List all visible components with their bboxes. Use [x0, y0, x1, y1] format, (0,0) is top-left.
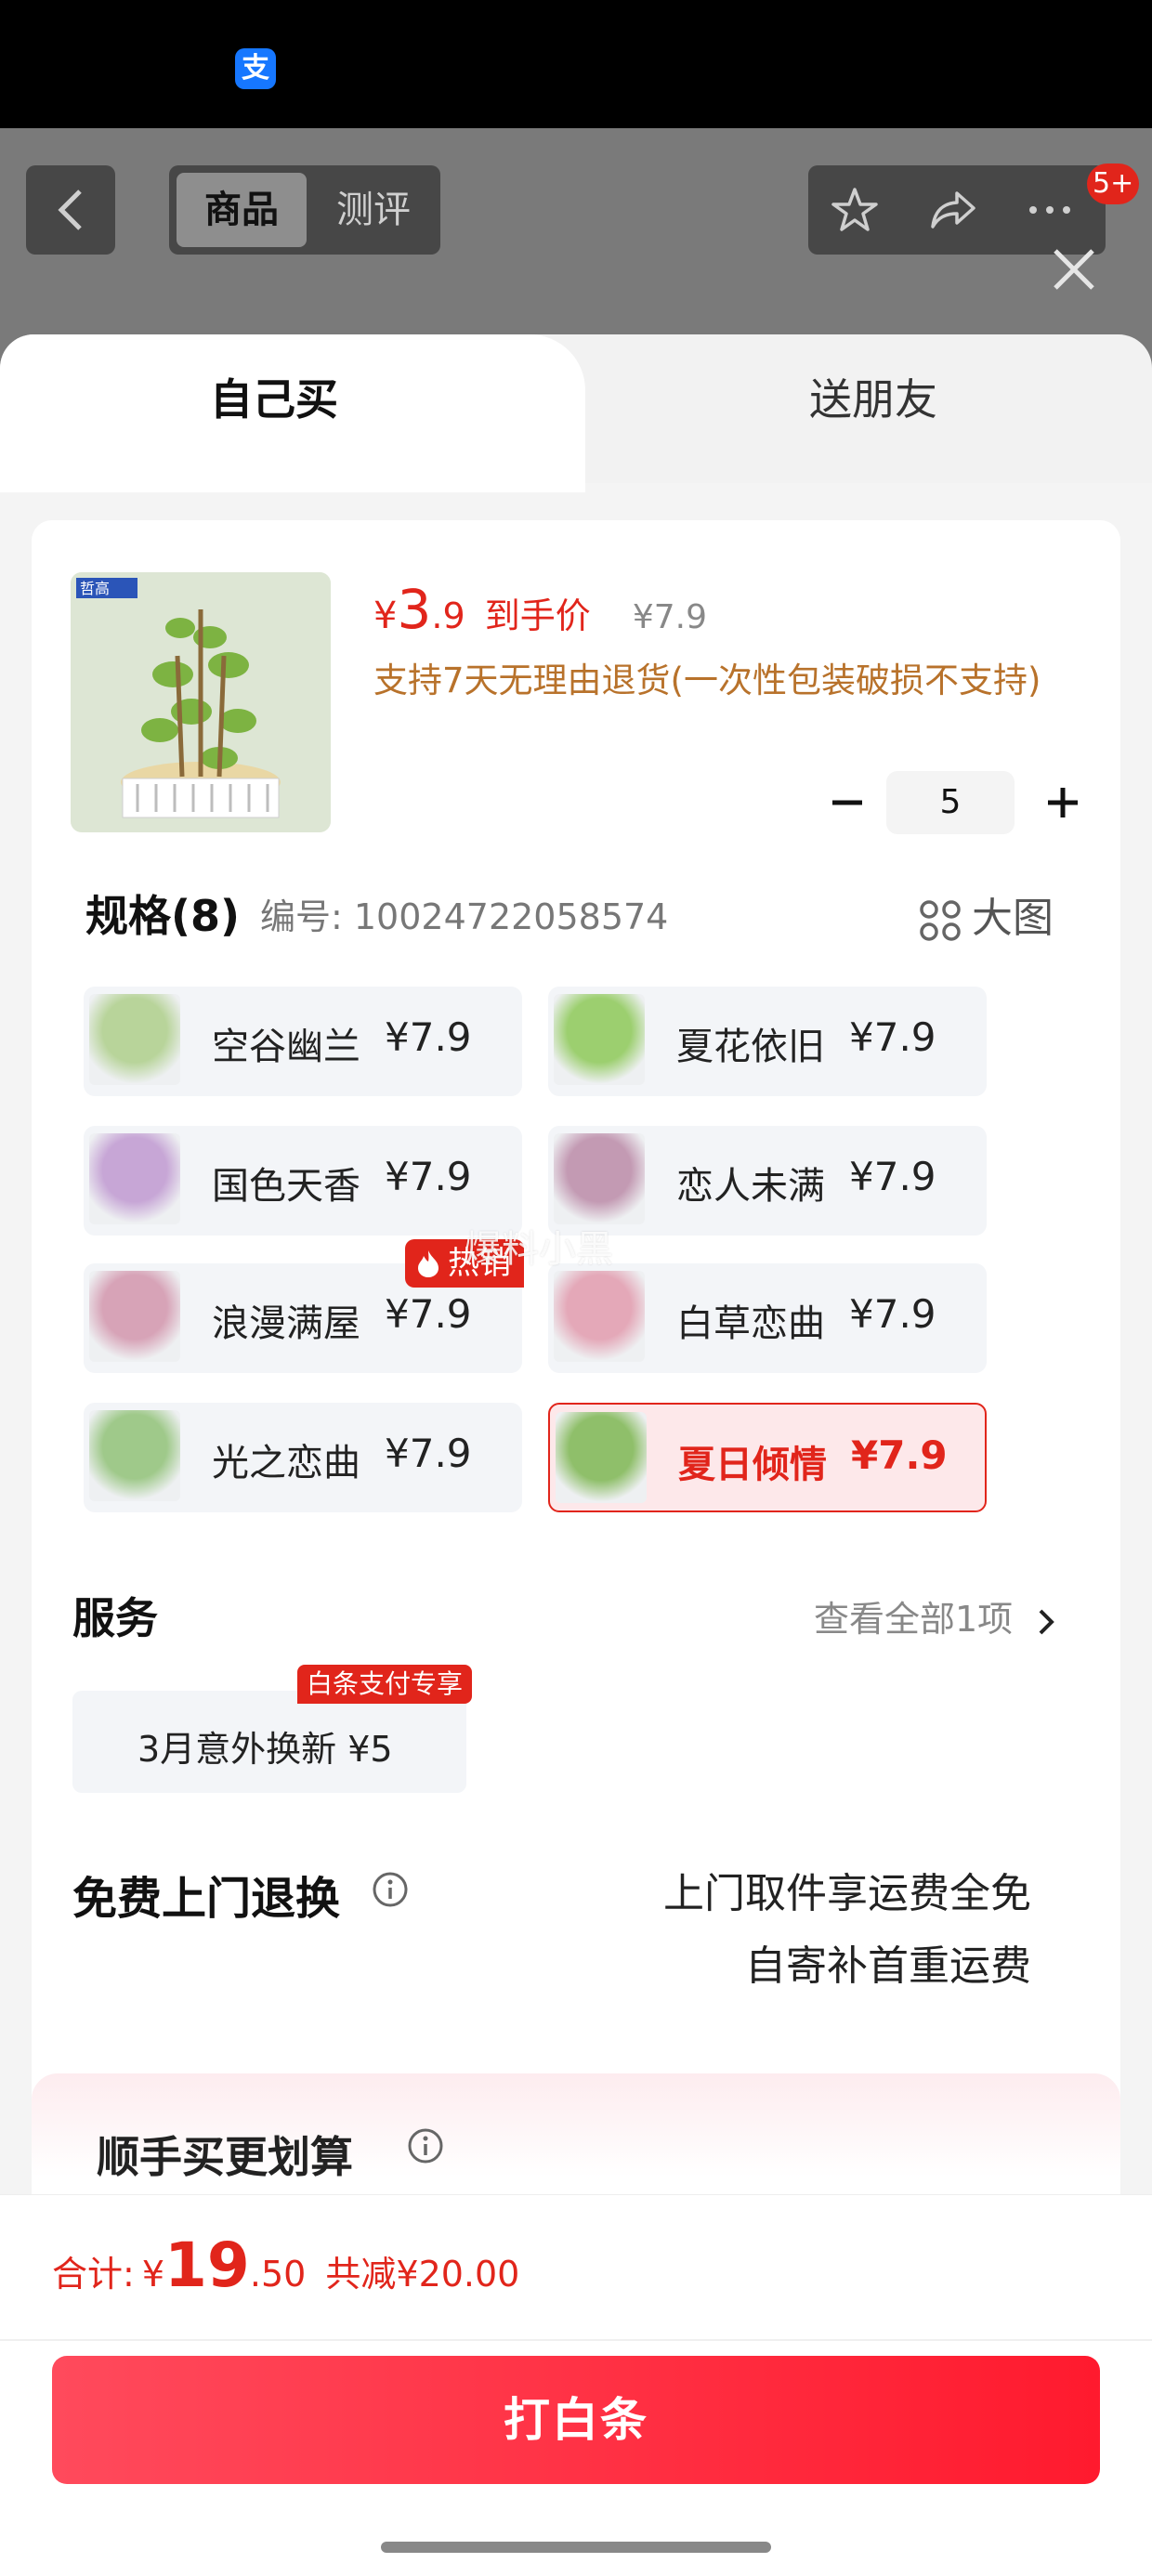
- grid-icon: [920, 900, 961, 941]
- spec-thumbnail: [89, 1133, 180, 1224]
- price-integer: 3: [397, 578, 432, 641]
- free-return-line-2: 自寄补首重运费: [745, 1942, 1031, 1990]
- message-badge: 5+: [1087, 163, 1140, 204]
- spec-thumbnail: [554, 994, 645, 1085]
- spec-price: ¥7.9: [849, 1291, 936, 1337]
- spec-name: 光之恋曲: [212, 1442, 360, 1484]
- brand-badge: 哲高: [80, 580, 110, 597]
- spec-name: 恋人未满: [676, 1165, 825, 1208]
- service-title: 服务: [72, 1593, 158, 1643]
- spec-name: 夏花依旧: [676, 1026, 825, 1068]
- share-icon[interactable]: [927, 184, 979, 236]
- minus-icon[interactable]: [821, 777, 873, 829]
- free-return-line-1: 上门取件享运费全免: [663, 1870, 1031, 1917]
- watermark: 爆料小黑: [465, 1228, 613, 1271]
- price-decimal: .9: [431, 595, 465, 636]
- spec-price: ¥7.9: [385, 1154, 472, 1199]
- spec-title: 规格(8): [85, 891, 241, 941]
- spec-thumbnail: [89, 1410, 180, 1501]
- price-row: ¥3.9 到手价 ¥7.9: [373, 578, 707, 641]
- spec-price: ¥7.9: [385, 1431, 472, 1476]
- total-label: 合计:: [52, 2254, 135, 2295]
- chevron-left-icon: [58, 190, 82, 230]
- alipay-icon: 支: [235, 48, 276, 89]
- total-decimal: .50: [249, 2254, 307, 2295]
- close-icon[interactable]: [1046, 242, 1102, 297]
- tab-self-buy-label: 自己买: [210, 374, 338, 425]
- total-symbol: ¥: [141, 2254, 164, 2295]
- spec-thumbnail: [89, 994, 180, 1085]
- tab-product[interactable]: 商品: [177, 173, 307, 247]
- product-code: 编号: 10024722058574: [260, 896, 669, 937]
- spec-option[interactable]: 光之恋曲 ¥7.9: [84, 1403, 522, 1512]
- spec-option[interactable]: 恋人未满 ¥7.9: [548, 1126, 987, 1236]
- flame-icon: [418, 1250, 439, 1277]
- price-symbol: ¥: [373, 595, 398, 637]
- spec-name: 白草恋曲: [676, 1302, 825, 1345]
- spec-name: 浪漫满屋: [212, 1302, 360, 1345]
- divider: [0, 2339, 1152, 2341]
- spec-price: ¥7.9: [385, 1014, 472, 1060]
- spec-name: 空谷幽兰: [212, 1026, 360, 1068]
- service-option[interactable]: 3月意外换新 ¥5: [72, 1691, 466, 1793]
- plus-icon[interactable]: [1037, 777, 1089, 829]
- star-icon[interactable]: [829, 184, 881, 236]
- big-view-label: 大图: [972, 895, 1054, 942]
- more-icon[interactable]: [1024, 184, 1076, 236]
- spec-name: 国色天香: [212, 1165, 360, 1208]
- chevron-right-icon: [1039, 1609, 1055, 1634]
- spec-thumbnail: [554, 1133, 645, 1224]
- tab-self-buy[interactable]: 自己买: [0, 334, 585, 492]
- return-policy-note: 支持7天无理由退货(一次性包装破损不支持): [373, 660, 1041, 700]
- spec-thumbnail: [89, 1271, 180, 1362]
- service-tag: 白条支付专享: [297, 1665, 473, 1704]
- discount-amount: 共减¥20.00: [325, 2254, 520, 2295]
- plant-illustration: 哲高: [71, 572, 331, 832]
- spec-price: ¥7.9: [851, 1432, 948, 1478]
- free-return-title: 免费上门退换: [72, 1873, 341, 1925]
- view-all-label: 查看全部1项: [814, 1599, 1014, 1640]
- spec-option[interactable]: 空谷幽兰 ¥7.9: [84, 987, 522, 1096]
- view-all-services[interactable]: 查看全部1项: [814, 1590, 1057, 1641]
- spec-price: ¥7.9: [849, 1154, 936, 1199]
- product-image[interactable]: 哲高: [71, 572, 331, 832]
- service-option-label: 3月意外换新 ¥5: [137, 1729, 393, 1770]
- spec-price: ¥7.9: [385, 1291, 472, 1337]
- spec-price: ¥7.9: [849, 1014, 936, 1060]
- spec-name: 夏日倾情: [678, 1444, 827, 1486]
- tab-gift[interactable]: 送朋友: [595, 366, 1152, 427]
- spec-option[interactable]: 国色天香 ¥7.9: [84, 1126, 522, 1236]
- price-label: 到手价: [484, 595, 591, 636]
- status-bar: 支: [0, 0, 1152, 128]
- pay-with-baitiao-button[interactable]: 打白条: [52, 2356, 1100, 2484]
- spec-option[interactable]: 白草恋曲 ¥7.9: [548, 1263, 987, 1373]
- info-icon[interactable]: [372, 1871, 409, 1908]
- total-integer: 19: [164, 2229, 250, 2301]
- info-icon[interactable]: [407, 2127, 444, 2164]
- big-view-button[interactable]: 大图: [918, 884, 1054, 944]
- page-tab-switch: 商品 测评: [169, 165, 440, 255]
- tab-review[interactable]: 测评: [318, 173, 429, 247]
- back-button[interactable]: [26, 165, 115, 255]
- spec-option-selected[interactable]: 夏日倾情 ¥7.9: [548, 1403, 987, 1512]
- bundle-title: 顺手买更划算: [97, 2132, 353, 2182]
- spec-thumbnail: [556, 1412, 647, 1503]
- spec-thumbnail: [554, 1271, 645, 1362]
- spec-option[interactable]: 夏花依旧 ¥7.9: [548, 987, 987, 1096]
- original-price: ¥7.9: [632, 598, 707, 636]
- home-indicator[interactable]: [381, 2542, 771, 2553]
- total-row: 合计: ¥19.50 共减¥20.00: [52, 2229, 519, 2301]
- quantity-field[interactable]: 5: [886, 771, 1015, 834]
